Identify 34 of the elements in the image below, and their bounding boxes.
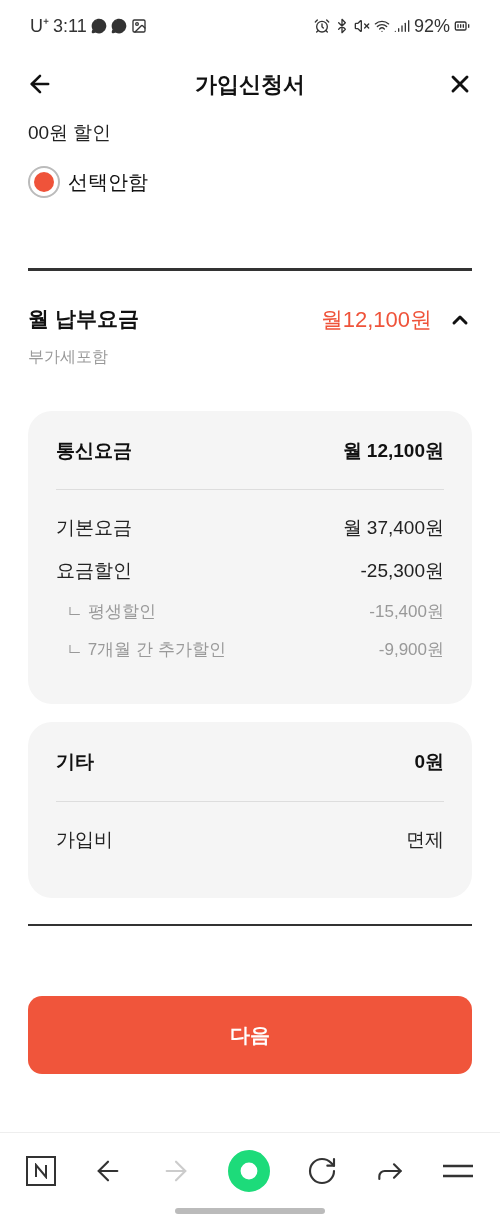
section-label: 기타 (56, 750, 94, 774)
mute-icon (353, 18, 370, 34)
alarm-icon (313, 18, 330, 34)
discount-amount: -9,900원 (378, 638, 444, 661)
chat-bubble-icon (110, 18, 127, 34)
discount-label: ㄴ 7개월 간 추가할인 (65, 638, 226, 661)
page-title: 가입신청서 (195, 70, 305, 99)
discount-label: ㄴ 평생할인 (65, 601, 156, 623)
fee-amount: -25,300원 (360, 558, 444, 583)
battery-percent: 92% (413, 14, 450, 38)
fee-amount: 면제 (406, 827, 444, 852)
radio-option[interactable]: 선택안함 (0, 166, 176, 198)
status-time: 3:11 (53, 14, 87, 38)
image-icon (130, 18, 147, 34)
fee-amount: 월 37,400원 (342, 516, 444, 540)
radio-button[interactable] (28, 166, 60, 198)
chat-bubble-icon (90, 18, 107, 34)
fee-label: 요금할인 (56, 558, 132, 583)
monthly-fee-title: 월 납부요금 (28, 306, 139, 332)
wifi-icon (373, 18, 390, 34)
battery-icon (454, 18, 470, 34)
fee-label: 기본요금 (56, 516, 132, 540)
section-amount: 월 12,100원 (342, 438, 444, 463)
carrier-label: U⁺ (30, 14, 49, 38)
monthly-fee-amount: 월12,100원 (320, 306, 432, 334)
section-label: 통신요금 (56, 438, 132, 463)
fee-label: 가입비 (56, 827, 113, 852)
section-amount: 0원 (414, 750, 444, 774)
menu-icon[interactable] (442, 1162, 474, 1179)
discount-amount: -15,400원 (369, 601, 444, 623)
discount-text: 00원 할인 (28, 122, 112, 144)
home-tab-icon[interactable] (26, 1155, 56, 1186)
vat-note: 부가세포함 (28, 346, 109, 367)
signal-icon (393, 18, 410, 34)
